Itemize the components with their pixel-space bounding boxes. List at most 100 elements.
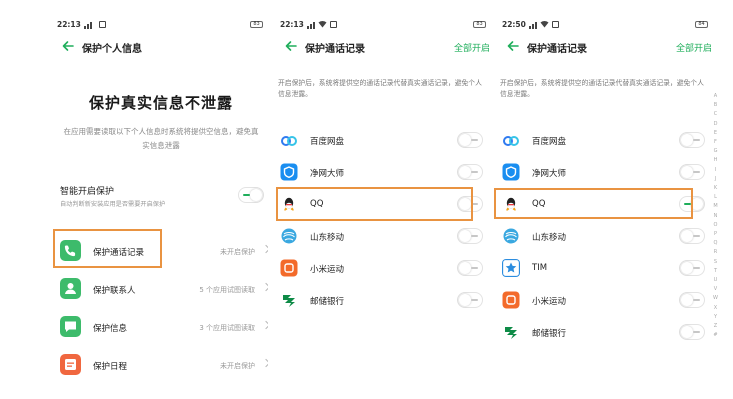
setting-row-messages[interactable]: 保护信息 3 个应用试图读取 [45, 312, 277, 342]
alphabet-letter[interactable]: O [712, 221, 719, 230]
smart-protect-label: 智能开启保护 [60, 187, 115, 197]
alphabet-letter[interactable]: B [712, 101, 719, 110]
app-label: 净网大师 [310, 169, 345, 179]
alphabet-letter[interactable]: E [712, 129, 719, 138]
alphabet-letter[interactable]: N [712, 212, 719, 221]
app-label: 百度网盘 [532, 137, 567, 147]
calendar-icon [60, 354, 81, 375]
battery-icon: 84 [695, 21, 708, 28]
app-toggle[interactable] [680, 261, 704, 275]
signal-icon [529, 21, 537, 29]
setting-label: 保护信息 [93, 324, 128, 334]
alphabet-letter[interactable]: P [712, 230, 719, 239]
status-bar: 22:50 84 [502, 20, 710, 32]
app-label: 山东移动 [532, 233, 567, 243]
smart-protect-toggle[interactable] [239, 188, 263, 202]
page-description: 开启保护后，系统将提供空的通话记录代替真实通话记录，避免个人信息泄露。 [278, 79, 482, 98]
alphabet-letter[interactable]: Y [712, 313, 719, 322]
app-toggle[interactable] [680, 229, 704, 243]
screen-protect-personal-info: 22:13 83 保护个人信息 保护真实信息不泄露 在应用需要读取以下个人信息时… [45, 12, 277, 392]
shandong-mobile-icon [281, 228, 297, 244]
setting-label: 保护联系人 [93, 286, 136, 296]
back-arrow-icon[interactable] [506, 39, 520, 53]
alphabet-letter[interactable]: U [712, 276, 719, 285]
shandong-mobile-icon [503, 228, 519, 244]
message-icon [60, 316, 81, 337]
signal-icon [307, 21, 315, 29]
alphabet-letter[interactable]: W [712, 294, 719, 303]
app-toggle[interactable] [680, 133, 704, 147]
alphabet-letter[interactable]: F [712, 138, 719, 147]
alphabet-letter[interactable]: T [712, 267, 719, 276]
alphabet-letter[interactable]: Q [712, 239, 719, 248]
app-toggle[interactable] [458, 165, 482, 179]
app-row-shandong-mobile: 山东移动 [268, 220, 500, 250]
app-row-jingwang: 净网大师 [268, 156, 500, 186]
app-row-mi-fit: 小米运动 [268, 252, 500, 282]
status-bar: 22:13 83 [280, 20, 488, 32]
app-row-psbc: 邮储银行 [268, 284, 500, 314]
alphabet-letter[interactable]: H [712, 156, 719, 165]
highlight-box-qq-enabled [494, 188, 693, 219]
setting-status: 未开启保护 [220, 248, 255, 256]
status-bar: 22:13 83 [57, 20, 265, 32]
app-toggle[interactable] [680, 293, 704, 307]
app-toggle[interactable] [458, 293, 482, 307]
alphabet-letter[interactable]: M [712, 202, 719, 211]
tim-icon [502, 259, 520, 277]
notification-icon [552, 21, 559, 28]
highlight-box-qq [276, 187, 473, 221]
baidu-netdisk-icon [503, 136, 519, 146]
highlight-box-call-log [53, 229, 162, 268]
alphabet-letter[interactable]: S [712, 258, 719, 267]
enable-all-button[interactable]: 全部开启 [454, 41, 490, 54]
app-row-mi-fit: 小米运动 [490, 284, 722, 314]
app-toggle[interactable] [680, 325, 704, 339]
back-arrow-icon[interactable] [284, 39, 298, 53]
status-time: 22:13 [57, 20, 81, 29]
app-toggle[interactable] [458, 229, 482, 243]
setting-status: 未开启保护 [220, 362, 255, 370]
setting-row-calendar[interactable]: 保护日程 未开启保护 [45, 350, 277, 380]
app-row-baidu-netdisk: 百度网盘 [268, 124, 500, 154]
alphabet-letter[interactable]: C [712, 110, 719, 119]
app-label: 百度网盘 [310, 137, 345, 147]
alphabet-letter[interactable]: I [712, 166, 719, 175]
contact-icon [60, 278, 81, 299]
alphabet-letter[interactable]: D [712, 120, 719, 129]
back-arrow-icon[interactable] [61, 39, 75, 53]
page-title: 保护个人信息 [82, 44, 142, 55]
app-toggle[interactable] [458, 261, 482, 275]
jingwang-icon [280, 163, 298, 181]
alphabet-letter[interactable]: R [712, 248, 719, 257]
app-label: 小米运动 [310, 265, 345, 275]
page-title: 保护通话记录 [527, 44, 587, 55]
alphabet-letter[interactable]: J [712, 175, 719, 184]
page-description: 开启保护后，系统将提供空的通话记录代替真实通话记录，避免个人信息泄露。 [500, 79, 704, 98]
alphabet-letter[interactable]: G [712, 147, 719, 156]
alphabet-letter[interactable]: X [712, 304, 719, 313]
battery-icon: 83 [250, 21, 263, 28]
alphabet-letter[interactable]: # [712, 331, 719, 340]
alphabet-letter[interactable]: Z [712, 322, 719, 331]
baidu-netdisk-icon [281, 136, 297, 146]
alphabet-index[interactable]: ABCDEFGHIJKLMNOPQRSTUVWXYZ# [712, 92, 719, 340]
alphabet-letter[interactable]: V [712, 285, 719, 294]
alphabet-letter[interactable]: A [712, 92, 719, 101]
notification-icon [99, 21, 106, 28]
mi-fit-icon [502, 291, 520, 309]
alphabet-letter[interactable]: K [712, 184, 719, 193]
setting-label: 保护日程 [93, 362, 128, 372]
enable-all-button[interactable]: 全部开启 [676, 41, 712, 54]
status-time: 22:50 [502, 20, 526, 29]
setting-status: 5 个应用试图读取 [199, 286, 255, 294]
app-toggle[interactable] [458, 133, 482, 147]
app-row-tim: TIM [490, 252, 722, 282]
app-label: 邮储银行 [532, 329, 567, 339]
smart-protect-description: 自动判断新安装应用是否需要开启保护 [60, 201, 166, 208]
wifi-icon [540, 20, 549, 28]
app-row-jingwang: 净网大师 [490, 156, 722, 186]
app-toggle[interactable] [680, 165, 704, 179]
setting-row-contacts[interactable]: 保护联系人 5 个应用试图读取 [45, 274, 277, 304]
alphabet-letter[interactable]: L [712, 193, 719, 202]
